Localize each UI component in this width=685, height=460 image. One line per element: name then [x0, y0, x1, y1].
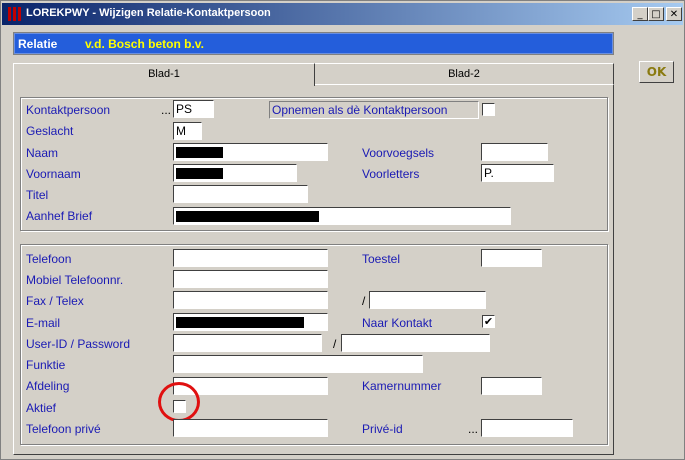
- telefoon-field[interactable]: [173, 249, 328, 267]
- password-separator: /: [333, 337, 337, 351]
- close-button[interactable]: ✕: [666, 7, 682, 21]
- telex-field[interactable]: [369, 291, 486, 309]
- email-field[interactable]: [173, 313, 328, 331]
- userid-label: User-ID / Password: [26, 337, 131, 351]
- titel-label: Titel: [26, 188, 49, 202]
- window-title: LOREKPWY - Wijzigen Relatie-Kontaktperso…: [26, 7, 271, 19]
- dialog-window: LOREKPWY - Wijzigen Relatie-Kontaktperso…: [0, 0, 685, 460]
- voornaam-label: Voornaam: [26, 167, 81, 181]
- toestel-field[interactable]: [481, 249, 542, 267]
- titel-field[interactable]: [173, 185, 308, 203]
- aanhef-field[interactable]: [173, 207, 511, 225]
- relatie-label: Relatie: [18, 37, 58, 51]
- afdeling-label: Afdeling: [26, 379, 70, 393]
- naar-kontakt-label: Naar Kontakt: [362, 316, 433, 330]
- app-icon: [6, 6, 22, 22]
- telefoon-prive-field[interactable]: [173, 419, 328, 437]
- aktief-label: Aktief: [26, 401, 57, 415]
- prive-id-label: Privé-id: [362, 422, 403, 436]
- fax-label: Fax / Telex: [26, 294, 84, 308]
- redacted-value: [176, 317, 304, 328]
- email-label: E-mail: [26, 316, 61, 330]
- redacted-value: [176, 211, 319, 222]
- minimize-button[interactable]: _: [632, 7, 648, 21]
- funktie-field[interactable]: [173, 355, 423, 373]
- voorvoegsels-label: Voorvoegsels: [362, 146, 435, 160]
- voornaam-field[interactable]: [173, 164, 297, 182]
- kamernummer-field[interactable]: [481, 377, 542, 395]
- tab-blad-2[interactable]: Blad-2: [315, 63, 614, 85]
- prive-id-field[interactable]: [481, 419, 573, 437]
- mobiel-field[interactable]: [173, 270, 328, 288]
- mobiel-label: Mobiel Telefoonnr.: [26, 273, 124, 287]
- kontaktpersoon-lookup[interactable]: ...: [161, 103, 171, 117]
- telefoon-label: Telefoon: [26, 252, 72, 266]
- funktie-label: Funktie: [26, 358, 66, 372]
- highlight-circle-annotation: [158, 382, 200, 422]
- tab-blad-1[interactable]: Blad-1: [13, 63, 315, 86]
- title-bar[interactable]: LOREKPWY - Wijzigen Relatie-Kontaktperso…: [2, 3, 683, 25]
- kamernummer-label: Kamernummer: [362, 379, 442, 393]
- maximize-button[interactable]: □: [648, 7, 664, 21]
- userid-field[interactable]: [173, 334, 322, 352]
- redacted-value: [176, 147, 223, 158]
- relatie-bar: Relatie v.d. Bosch beton b.v.: [13, 32, 614, 55]
- fax-separator: /: [362, 294, 366, 308]
- opnemen-label: Opnemen als dè Kontaktpersoon: [269, 101, 479, 119]
- naam-label: Naam: [26, 146, 59, 160]
- voorvoegsels-field[interactable]: [481, 143, 548, 161]
- toestel-label: Toestel: [362, 252, 401, 266]
- telefoon-prive-label: Telefoon privé: [26, 422, 101, 436]
- relatie-name: v.d. Bosch beton b.v.: [85, 37, 204, 51]
- naam-field[interactable]: [173, 143, 328, 161]
- ok-button[interactable]: OK: [639, 61, 674, 83]
- geslacht-field[interactable]: M: [173, 122, 202, 140]
- opnemen-checkbox[interactable]: [482, 103, 495, 116]
- voorletters-label: Voorletters: [362, 167, 420, 181]
- naar-kontakt-checkbox[interactable]: ✔: [482, 315, 495, 328]
- kontaktpersoon-field[interactable]: PS: [173, 100, 214, 118]
- prive-id-lookup[interactable]: ...: [468, 422, 478, 436]
- voorletters-field[interactable]: P.: [481, 164, 554, 182]
- aanhef-label: Aanhef Brief: [26, 209, 93, 223]
- kontaktpersoon-label: Kontaktpersoon: [26, 103, 111, 117]
- redacted-value: [176, 168, 223, 179]
- password-field[interactable]: [341, 334, 490, 352]
- fax-field[interactable]: [173, 291, 328, 309]
- geslacht-label: Geslacht: [26, 124, 74, 138]
